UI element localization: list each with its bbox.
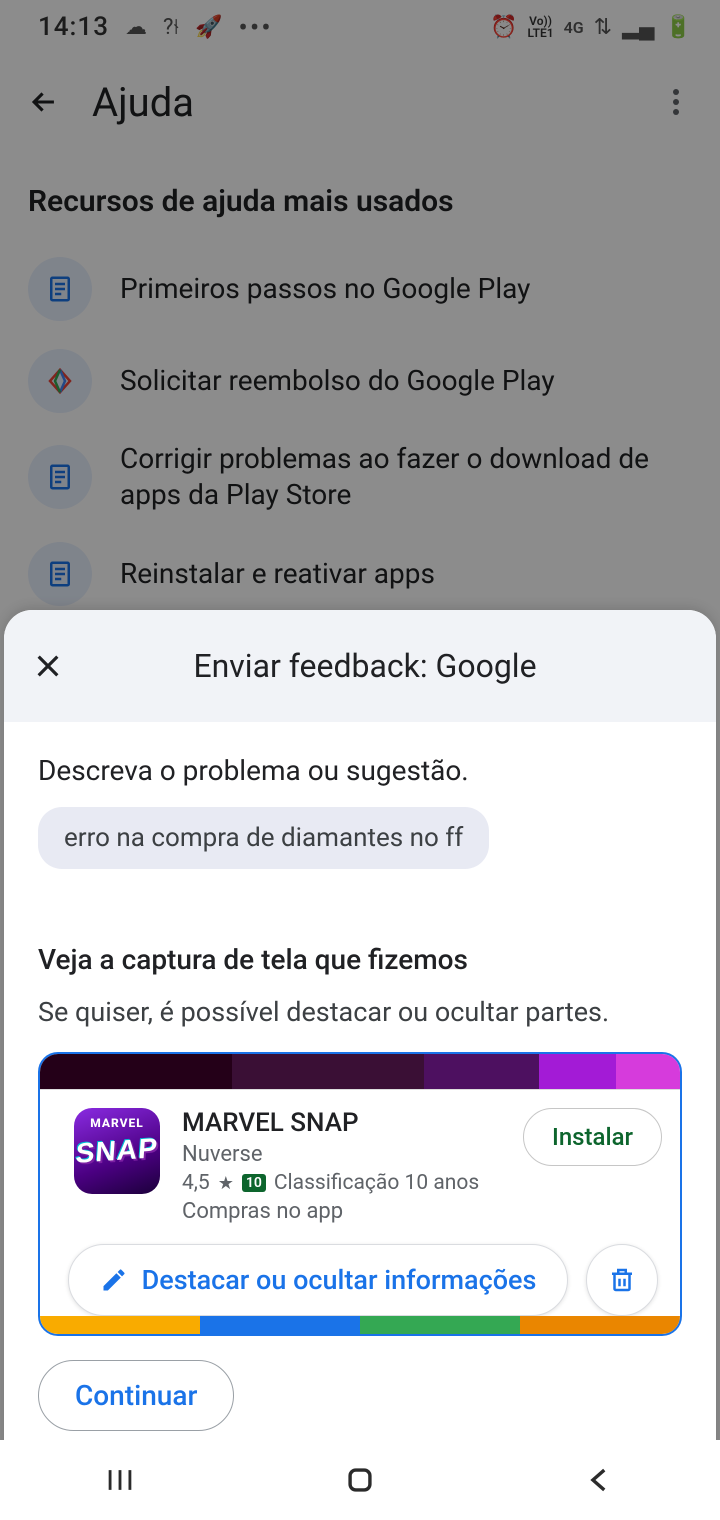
- system-nav-bar: [0, 1440, 720, 1520]
- screenshot-banner: [40, 1054, 680, 1090]
- problem-input-chip[interactable]: erro na compra de diamantes no ff: [38, 807, 489, 869]
- app-rating-row: 4,5★ 10 Classificação 10 anos: [182, 1171, 501, 1195]
- app-icon: MARVEL SNAP: [74, 1108, 160, 1194]
- app-iap: Compras no app: [182, 1199, 501, 1224]
- highlight-hide-button[interactable]: Destacar ou ocultar informações: [68, 1244, 568, 1316]
- app-developer: Nuverse: [182, 1142, 501, 1167]
- screenshot-heading: Veja a captura de tela que fizemos: [4, 869, 716, 986]
- trash-icon: [607, 1265, 637, 1295]
- highlight-hide-label: Destacar ou ocultar informações: [142, 1264, 537, 1296]
- install-button: Instalar: [523, 1108, 662, 1166]
- screenshot-bottom-row: [40, 1316, 680, 1334]
- home-button[interactable]: [343, 1463, 377, 1497]
- age-badge: 10: [242, 1174, 266, 1192]
- continue-button[interactable]: Continuar: [38, 1360, 234, 1431]
- close-button[interactable]: [28, 646, 68, 686]
- back-nav-button[interactable]: [583, 1463, 617, 1497]
- app-name: MARVEL SNAP: [182, 1108, 501, 1138]
- screenshot-subtext: Se quiser, é possível destacar ou oculta…: [4, 986, 716, 1052]
- recents-button[interactable]: [103, 1463, 137, 1497]
- feedback-bottom-sheet: Enviar feedback: Google Descreva o probl…: [4, 610, 716, 1520]
- star-icon: ★: [218, 1173, 234, 1194]
- delete-screenshot-button[interactable]: [586, 1244, 658, 1316]
- screenshot-preview[interactable]: MARVEL SNAP MARVEL SNAP Nuverse 4,5★ 10 …: [38, 1052, 682, 1336]
- sheet-title: Enviar feedback: Google: [78, 647, 692, 685]
- edit-icon: [100, 1266, 128, 1294]
- describe-label: Descreva o problema ou sugestão.: [4, 722, 716, 807]
